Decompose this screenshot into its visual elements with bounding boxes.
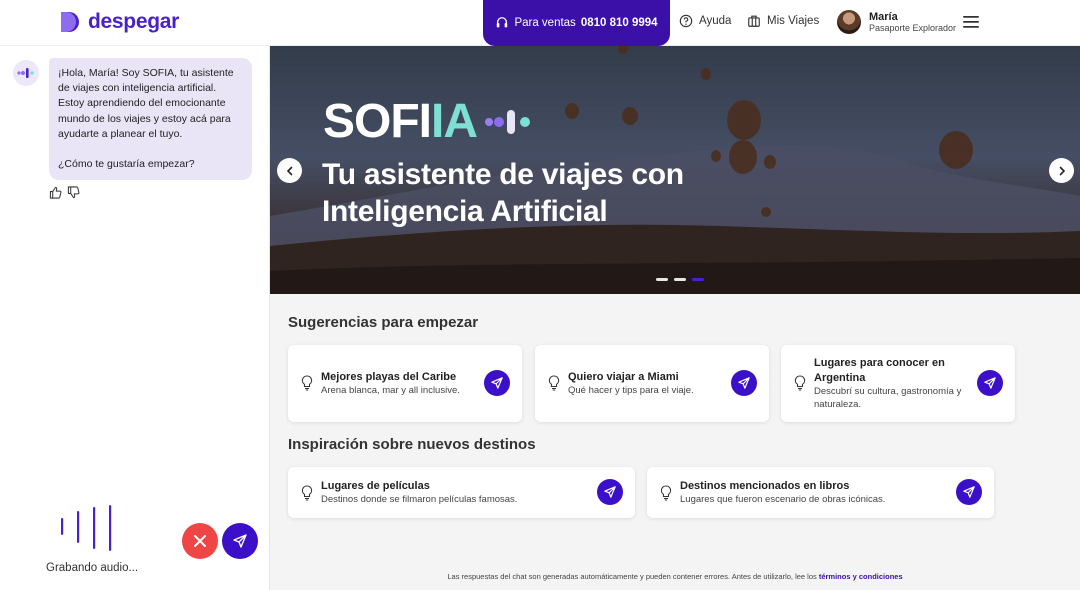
send-suggestion-button[interactable] xyxy=(731,370,757,396)
close-icon xyxy=(194,535,206,547)
terms-link[interactable]: términos y condiciones xyxy=(819,572,903,581)
suggestion-card-desc: Qué hacer y tips para el viaje. xyxy=(568,385,694,396)
inspiration-card-title: Lugares de películas xyxy=(321,480,430,492)
logo-text: despegar xyxy=(88,10,179,33)
recording-status: Grabando audio... xyxy=(46,562,139,574)
lightbulb-icon xyxy=(794,375,806,391)
inspiration-card-title: Destinos mencionados en libros xyxy=(680,480,850,492)
send-audio-button[interactable] xyxy=(222,523,258,559)
thumbs-down-icon[interactable] xyxy=(67,186,80,199)
help-circle-icon xyxy=(679,14,693,28)
inspiration-card-desc: Destinos donde se filmaron películas fam… xyxy=(321,494,518,505)
carousel-dot[interactable] xyxy=(674,278,686,281)
send-inspiration-button[interactable] xyxy=(597,479,623,505)
suggestion-card[interactable]: Mejores playas del Caribe Arena blanca, … xyxy=(288,345,522,422)
chat-message-question: ¿Cómo te gustaría empezar? xyxy=(58,158,195,171)
audio-waveform-icon xyxy=(61,505,112,551)
suggestion-card[interactable]: Lugares para conocer en Argentina Descub… xyxy=(781,345,1015,422)
top-header: despegar Para ventas 0810 810 9994 Ayuda… xyxy=(0,0,1080,46)
suggestion-card-title: Lugares para conocer en Argentina xyxy=(814,357,945,384)
chat-message-bubble: ¡Hola, María! Soy SOFIA, tu asistente de… xyxy=(49,58,252,181)
suggestion-card-title: Quiero viajar a Miami xyxy=(568,371,679,383)
hero-carousel: SOFIIA Tu asistente de viajes con Inteli… xyxy=(270,46,1080,294)
chevron-left-icon xyxy=(286,166,292,175)
disclaimer-text: Las respuestas del chat son generadas au… xyxy=(447,572,819,581)
chat-message-text: ¡Hola, María! Soy SOFIA, tu asistente de… xyxy=(58,67,234,140)
lightbulb-icon xyxy=(660,485,672,501)
carousel-dot[interactable] xyxy=(656,278,668,281)
inspiration-card[interactable]: Destinos mencionados en libros Lugares q… xyxy=(647,467,994,518)
hero-brand-accent: IA xyxy=(431,95,478,148)
main-content: Sugerencias para empezar Mejores playas … xyxy=(270,294,1080,590)
chat-sidebar: ¡Hola, María! Soy SOFIA, tu asistente de… xyxy=(0,46,270,590)
suggestions-title: Sugerencias para empezar xyxy=(288,314,479,331)
hamburger-menu-icon[interactable] xyxy=(963,15,979,29)
user-profile[interactable]: María Pasaporte Explorador xyxy=(837,10,956,34)
carousel-prev-button[interactable] xyxy=(277,158,302,183)
send-icon xyxy=(984,377,996,389)
inspiration-card-desc: Lugares que fueron escenario de obras ic… xyxy=(680,494,886,505)
cancel-recording-button[interactable] xyxy=(182,523,218,559)
inspiration-title: Inspiración sobre nuevos destinos xyxy=(288,436,536,453)
send-suggestion-button[interactable] xyxy=(484,370,510,396)
hero-title: Tu asistente de viajes con Inteligencia … xyxy=(322,158,684,228)
help-link[interactable]: Ayuda xyxy=(679,14,731,28)
sofia-avatar xyxy=(13,60,39,86)
avatar xyxy=(837,10,861,34)
user-level: Pasaporte Explorador xyxy=(869,22,957,33)
send-suggestion-button[interactable] xyxy=(977,370,1003,396)
disclaimer-note: Las respuestas del chat son generadas au… xyxy=(270,572,1080,581)
my-trips-label: Mis Viajes xyxy=(767,15,820,27)
hero-brand: SOFIIA xyxy=(323,96,533,148)
suggestion-card-title: Mejores playas del Caribe xyxy=(321,371,457,383)
send-inspiration-button[interactable] xyxy=(956,479,982,505)
despegar-logo[interactable]: despegar xyxy=(58,10,179,34)
carousel-next-button[interactable] xyxy=(1049,158,1074,183)
sales-phone-banner[interactable]: Para ventas 0810 810 9994 xyxy=(483,0,670,46)
despegar-logo-icon xyxy=(61,12,79,32)
carousel-indicators xyxy=(656,278,704,281)
send-icon xyxy=(738,377,750,389)
lightbulb-icon xyxy=(301,485,313,501)
inspiration-card[interactable]: Lugares de películas Destinos donde se f… xyxy=(288,467,635,518)
suggestion-card-desc: Arena blanca, mar y all inclusive. xyxy=(321,385,460,396)
help-label: Ayuda xyxy=(699,15,732,27)
hero-brand-main: SOFI xyxy=(323,95,432,148)
sales-phone-number: 0810 810 9994 xyxy=(580,17,658,29)
headset-icon xyxy=(497,17,508,28)
suitcase-icon xyxy=(748,15,760,27)
chevron-right-icon xyxy=(1059,166,1065,175)
send-icon xyxy=(491,377,503,389)
sales-prefix: Para ventas xyxy=(514,17,576,29)
sofia-logo-icon xyxy=(485,110,531,134)
send-icon xyxy=(963,486,975,498)
lightbulb-icon xyxy=(548,375,560,391)
send-icon xyxy=(233,534,247,548)
send-icon xyxy=(604,486,616,498)
thumbs-up-icon[interactable] xyxy=(49,186,62,199)
user-name: María xyxy=(869,10,898,23)
message-feedback xyxy=(49,186,80,199)
my-trips-link[interactable]: Mis Viajes xyxy=(747,14,819,28)
lightbulb-icon xyxy=(301,375,313,391)
sofia-logo-icon xyxy=(17,68,34,78)
carousel-dot-active[interactable] xyxy=(692,278,704,281)
suggestion-card-desc: Descubrí su cultura, gastronomía y natur… xyxy=(814,386,962,410)
suggestion-card[interactable]: Quiero viajar a Miami Qué hacer y tips p… xyxy=(535,345,769,422)
